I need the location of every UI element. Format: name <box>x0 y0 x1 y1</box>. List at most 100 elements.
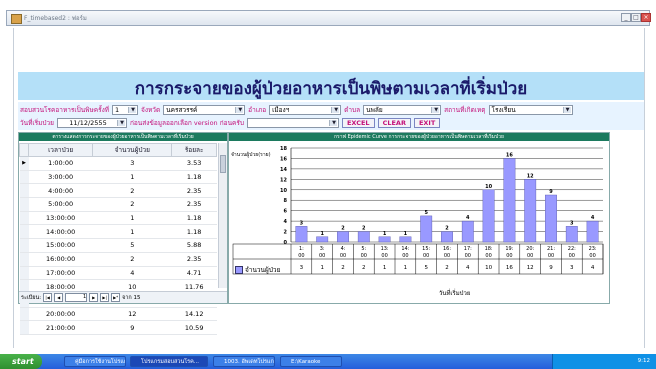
table-cell[interactable]: 5:00:00 <box>28 197 93 212</box>
next-record-button[interactable]: ▶ <box>89 293 99 302</box>
table-row[interactable]: 13:00:00 1 1.18 <box>19 211 217 226</box>
minimize-button[interactable]: _ <box>621 13 631 22</box>
table-cell[interactable]: 14:00:00 <box>28 224 93 240</box>
table-cell[interactable]: 5.88 <box>171 238 217 253</box>
row-selector[interactable]: ▶ <box>19 156 29 171</box>
table-cell[interactable]: 3.53 <box>171 156 217 171</box>
taskbar-item[interactable]: E:\Karaoke <box>280 356 342 367</box>
row-selector[interactable] <box>19 307 29 322</box>
table-cell[interactable]: 10.59 <box>171 320 217 335</box>
taskbar-item[interactable]: คู่มือการใช้งานโปรแกรม... <box>64 356 126 367</box>
scrollbar-thumb[interactable] <box>220 155 226 173</box>
table-cell[interactable]: 13:00:00 <box>28 211 93 226</box>
epidemic-curve-chart: 024681012141618312 21 15241016129341:003:0… <box>232 146 604 275</box>
taskbar-item[interactable]: โปรแกรมสอบสวนโรค... <box>130 356 208 367</box>
table-scrollbar[interactable] <box>218 143 227 288</box>
row-selector[interactable] <box>19 211 29 226</box>
table-cell[interactable]: 1 <box>92 224 172 240</box>
x-tick-label: 00 <box>527 253 533 259</box>
table-cell[interactable]: 2 <box>92 183 172 199</box>
x-tick-label: 23: <box>589 246 597 252</box>
chart-table-value: 12 <box>527 265 534 271</box>
table-cell[interactable]: 15:00:00 <box>28 238 93 253</box>
onset-date-select[interactable]: 11/12/2555 ▼ <box>56 118 127 128</box>
window-title-bar: F_timebased2 : ฟอร์ม _ □ × <box>6 10 651 26</box>
table-row[interactable]: 20:00:00 12 14.12 <box>19 307 217 322</box>
data-label: 1 <box>383 231 387 237</box>
clear-button[interactable]: CLEAR <box>377 118 411 128</box>
data-table: เวลาป่วย จำนวนผู้ป่วย ร้อยละ ▶ 1:00:00 3 3.… <box>19 143 217 335</box>
table-cell[interactable]: 1 <box>92 170 172 185</box>
table-row[interactable]: 14:00:00 1 1.18 <box>19 224 217 240</box>
district-select[interactable]: เมืองฯ ▼ <box>269 105 342 115</box>
version-select[interactable]: ▼ <box>246 118 339 128</box>
table-cell[interactable]: 4:00:00 <box>28 183 93 199</box>
table-row[interactable]: 3:00:00 1 1.18 <box>19 170 217 185</box>
table-cell[interactable]: 1.18 <box>171 170 217 185</box>
table-cell[interactable]: 14.12 <box>171 307 217 322</box>
province-select[interactable]: นครสวรรค์ ▼ <box>163 105 246 115</box>
table-cell[interactable]: 16:00:00 <box>28 252 93 267</box>
chart-table-value: 2 <box>362 265 366 271</box>
report-select[interactable]: 1 ▼ <box>112 105 139 115</box>
close-button[interactable]: × <box>641 13 651 22</box>
subdistrict-select[interactable]: นพลัย ▼ <box>363 105 442 115</box>
x-tick-label: 00 <box>423 253 429 259</box>
row-selector[interactable] <box>19 252 29 267</box>
table-cell[interactable]: 1.18 <box>171 224 217 240</box>
table-cell[interactable]: 3:00:00 <box>28 170 93 185</box>
start-button[interactable]: start <box>0 354 42 369</box>
table-row[interactable]: 16:00:00 2 2.35 <box>19 252 217 267</box>
new-record-button[interactable]: ▶* <box>111 293 121 302</box>
row-selector[interactable] <box>19 197 29 212</box>
table-cell[interactable]: 2.35 <box>171 183 217 199</box>
filter-panel: สอบสวนโรคอาหารเป็นพิษครั้งที่ 1 ▼ จังหวัด… <box>18 102 644 130</box>
table-cell[interactable]: 3 <box>92 156 172 171</box>
taskbar-item[interactable]: 1003. อัพเดทโปรแกรม... <box>213 356 275 367</box>
previous-record-button[interactable]: ◀ <box>54 293 64 302</box>
table-row[interactable]: 21:00:00 9 10.59 <box>19 320 217 335</box>
table-cell[interactable]: 12 <box>92 307 172 322</box>
row-selector[interactable] <box>19 266 29 281</box>
maximize-button[interactable]: □ <box>631 13 641 22</box>
row-selector[interactable] <box>19 224 29 240</box>
row-selector[interactable] <box>19 170 29 185</box>
data-label: 1 <box>320 231 324 237</box>
first-record-button[interactable]: |◀ <box>43 293 53 302</box>
table-cell[interactable]: 2.35 <box>171 252 217 267</box>
exit-button[interactable]: EXIT <box>413 118 441 128</box>
table-cell[interactable]: 4.71 <box>171 266 217 281</box>
column-header[interactable]: จำนวนผู้ป่วย <box>92 143 173 157</box>
table-cell[interactable]: 2 <box>92 197 172 212</box>
table-cell[interactable]: 1:00:00 <box>28 156 93 171</box>
last-record-button[interactable]: ▶| <box>100 293 110 302</box>
table-cell[interactable]: 2 <box>92 252 172 267</box>
table-cell[interactable]: 5 <box>92 238 172 253</box>
excel-button[interactable]: EXCEL <box>341 118 375 128</box>
table-cell[interactable]: 4 <box>92 266 172 281</box>
row-selector[interactable] <box>19 320 29 335</box>
data-label: 5 <box>424 210 428 216</box>
column-header[interactable]: ร้อยละ <box>171 143 217 157</box>
x-tick-label: 5: <box>361 246 366 252</box>
table-cell[interactable]: 21:00:00 <box>28 320 93 335</box>
table-row[interactable]: 17:00:00 4 4.71 <box>19 266 217 281</box>
table-row[interactable]: ▶ 1:00:00 3 3.53 <box>19 156 217 171</box>
table-row[interactable]: 5:00:00 2 2.35 <box>19 197 217 212</box>
record-number-input[interactable]: 1 <box>65 293 88 302</box>
table-cell[interactable]: 2.35 <box>171 197 217 212</box>
table-row[interactable]: 4:00:00 2 2.35 <box>19 183 217 199</box>
table-cell[interactable]: 20:00:00 <box>28 307 93 322</box>
place-select[interactable]: โรงเรียน ▼ <box>488 105 573 115</box>
row-selector[interactable] <box>19 183 29 199</box>
row-selector[interactable] <box>19 238 29 253</box>
table-cell[interactable]: 17:00:00 <box>28 266 93 281</box>
export-version-label: ก่อนส่งข้อมูลออกเลือก version ก่อนครับ <box>129 119 244 127</box>
column-header[interactable]: เวลาป่วย <box>27 143 94 157</box>
table-cell[interactable]: 9 <box>92 320 172 335</box>
chart-table-value: 5 <box>424 265 428 271</box>
table-cell[interactable]: 1.18 <box>171 211 217 226</box>
x-tick-label: 1: <box>299 246 304 252</box>
table-row[interactable]: 15:00:00 5 5.88 <box>19 238 217 253</box>
table-cell[interactable]: 1 <box>92 211 172 226</box>
